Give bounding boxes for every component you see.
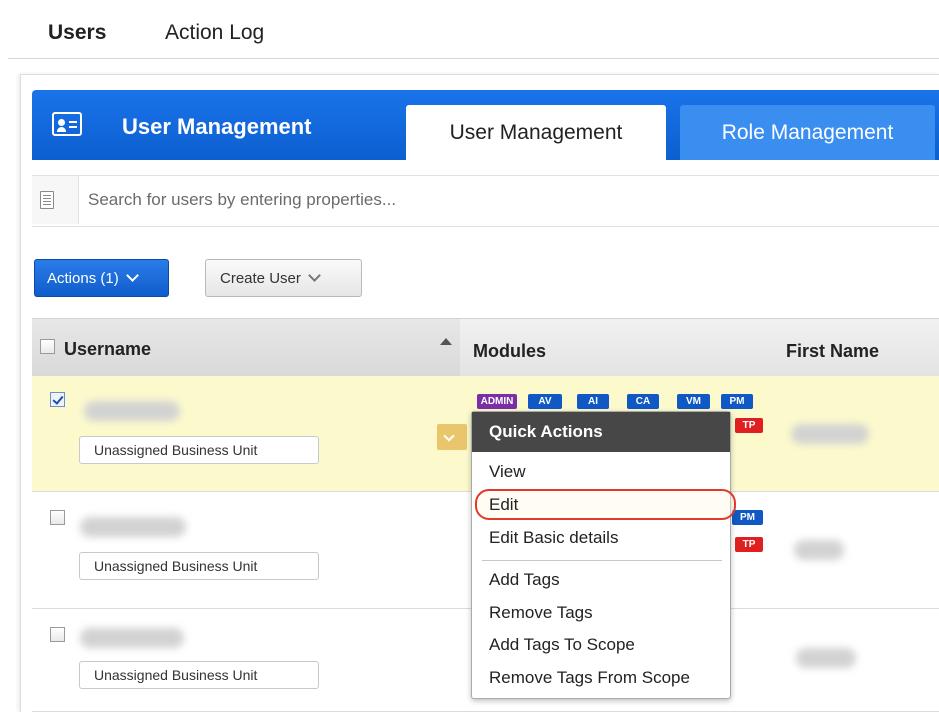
actions-button-label: Actions (1)	[47, 269, 119, 287]
select-all-checkbox[interactable]	[40, 339, 55, 354]
chevron-down-icon	[125, 269, 139, 282]
module-badge: ADMIN	[477, 394, 517, 409]
chevron-down-icon	[443, 430, 455, 442]
row-checkbox[interactable]	[50, 510, 65, 525]
document-icon[interactable]	[32, 176, 79, 224]
username-redacted	[80, 628, 184, 648]
column-username[interactable]: Username	[64, 339, 151, 360]
menu-item-edit-basic-details[interactable]: Edit Basic details	[489, 528, 618, 548]
chevron-down-icon	[307, 269, 321, 282]
business-unit-badge: Unassigned Business Unit	[79, 552, 319, 580]
row-checkbox[interactable]	[50, 392, 65, 407]
column-first-name[interactable]: First Name	[786, 341, 879, 362]
user-card-icon	[52, 112, 82, 136]
module-badge: AV	[528, 394, 562, 409]
module-badge: AI	[577, 394, 609, 409]
sort-ascending-icon[interactable]	[440, 338, 452, 345]
module-badge: CA	[627, 394, 659, 409]
menu-item-add-tags-to-scope[interactable]: Add Tags To Scope	[489, 635, 635, 655]
username-redacted	[84, 401, 180, 421]
create-user-label: Create User	[220, 269, 301, 287]
first-name-redacted	[796, 648, 856, 668]
username-redacted	[80, 517, 186, 537]
row-checkbox[interactable]	[50, 627, 65, 642]
business-unit-badge: Unassigned Business Unit	[79, 436, 319, 464]
search-input[interactable]	[88, 186, 518, 214]
menu-item-view[interactable]: View	[489, 462, 526, 482]
business-unit-badge: Unassigned Business Unit	[79, 661, 319, 689]
module-badge: VM	[677, 394, 710, 409]
menu-item-remove-tags-from-scope[interactable]: Remove Tags From Scope	[489, 668, 690, 688]
module-badge: TP	[735, 418, 763, 433]
tab-role-management[interactable]: Role Management	[680, 105, 935, 160]
tab-user-management[interactable]: User Management	[406, 105, 666, 160]
menu-item-remove-tags[interactable]: Remove Tags	[489, 603, 593, 623]
module-badge: TP	[735, 537, 763, 552]
create-user-button[interactable]: Create User	[205, 259, 362, 297]
nav-action-log[interactable]: Action Log	[165, 21, 264, 45]
first-name-redacted	[794, 540, 844, 560]
actions-button[interactable]: Actions (1)	[34, 259, 169, 297]
menu-item-add-tags[interactable]: Add Tags	[489, 570, 560, 590]
nav-divider	[8, 58, 939, 59]
module-badge: PM	[732, 510, 763, 525]
quick-actions-menu	[471, 411, 731, 699]
nav-users[interactable]: Users	[48, 21, 106, 45]
row-quick-actions-toggle[interactable]	[437, 424, 467, 450]
column-modules[interactable]: Modules	[473, 341, 546, 362]
banner-title: User Management	[122, 114, 312, 139]
menu-item-edit[interactable]: Edit	[489, 495, 518, 515]
module-badge: PM	[721, 394, 753, 409]
menu-divider	[482, 560, 722, 561]
first-name-redacted	[791, 424, 869, 444]
quick-actions-title: Quick Actions	[472, 412, 730, 452]
